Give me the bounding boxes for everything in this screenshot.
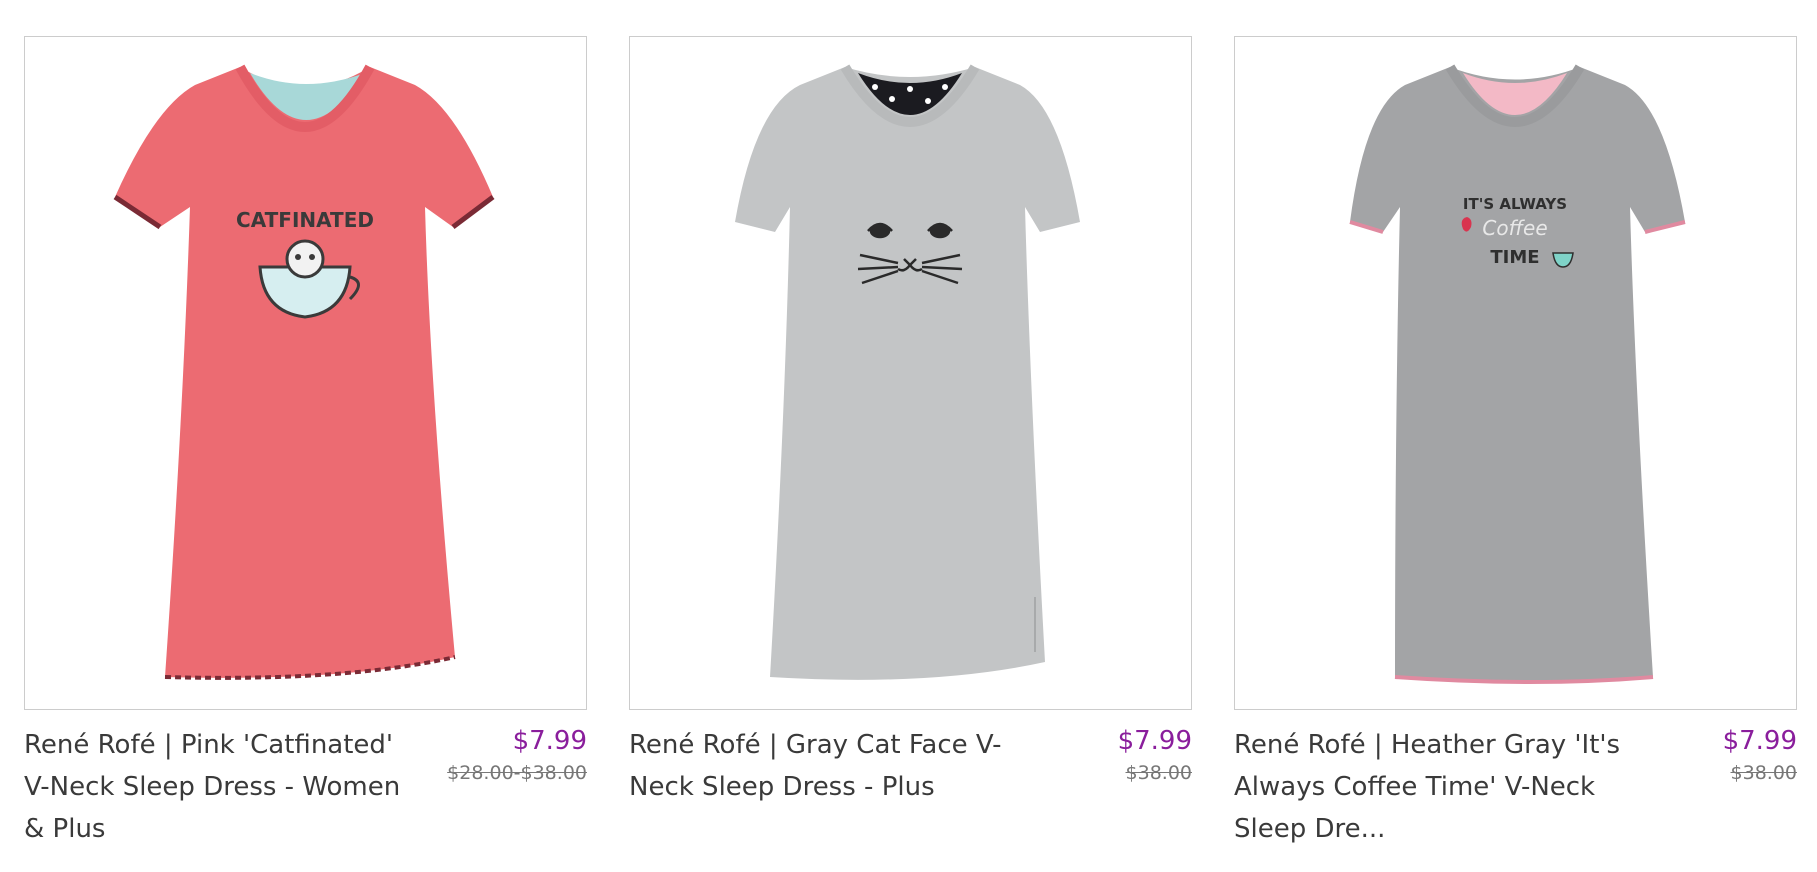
pink-sleep-dress-image: CATFINATED — [113, 64, 495, 680]
product-card[interactable]: René Rofé | Gray Cat Face V-Neck Sleep D… — [629, 36, 1192, 850]
original-price: $38.00 — [1125, 762, 1192, 784]
sale-price: $7.99 — [1722, 726, 1797, 756]
product-grid: CATFINATED René Rofé | Pink 'Catfinated'… — [24, 36, 1797, 850]
gray-cat-face-dress-image — [735, 64, 1080, 680]
graphic-text: CATFINATED — [236, 208, 374, 232]
product-title[interactable]: René Rofé | Heather Gray 'It's Always Co… — [1234, 724, 1624, 850]
price-block: $7.99 $38.00 — [1723, 724, 1797, 850]
sale-price: $7.99 — [512, 726, 587, 756]
original-price: $28.00-$38.00 — [447, 762, 587, 784]
product-info: René Rofé | Heather Gray 'It's Always Co… — [1234, 724, 1797, 850]
heather-gray-coffee-dress-image: IT'S ALWAYS Coffee TIME — [1349, 64, 1686, 684]
product-image[interactable]: IT'S ALWAYS Coffee TIME — [1234, 36, 1797, 710]
product-card[interactable]: IT'S ALWAYS Coffee TIME René Rofé | Heat… — [1234, 36, 1797, 850]
product-card[interactable]: CATFINATED René Rofé | Pink 'Catfinated'… — [24, 36, 587, 850]
graphic-text-line: TIME — [1490, 247, 1539, 268]
graphic-text-line: IT'S ALWAYS — [1463, 195, 1567, 213]
original-price: $38.00 — [1730, 762, 1797, 784]
product-title[interactable]: René Rofé | Pink 'Catfinated' V-Neck Sle… — [24, 724, 414, 850]
price-block: $7.99 $28.00-$38.00 — [447, 724, 587, 850]
price-block: $7.99 $38.00 — [1118, 724, 1192, 808]
product-image[interactable]: CATFINATED — [24, 36, 587, 710]
product-image[interactable] — [629, 36, 1192, 710]
sale-price: $7.99 — [1117, 726, 1192, 756]
product-info: René Rofé | Gray Cat Face V-Neck Sleep D… — [629, 724, 1192, 808]
graphic-text-line: Coffee — [1482, 216, 1547, 240]
product-info: René Rofé | Pink 'Catfinated' V-Neck Sle… — [24, 724, 587, 850]
product-title[interactable]: René Rofé | Gray Cat Face V-Neck Sleep D… — [629, 724, 1019, 808]
